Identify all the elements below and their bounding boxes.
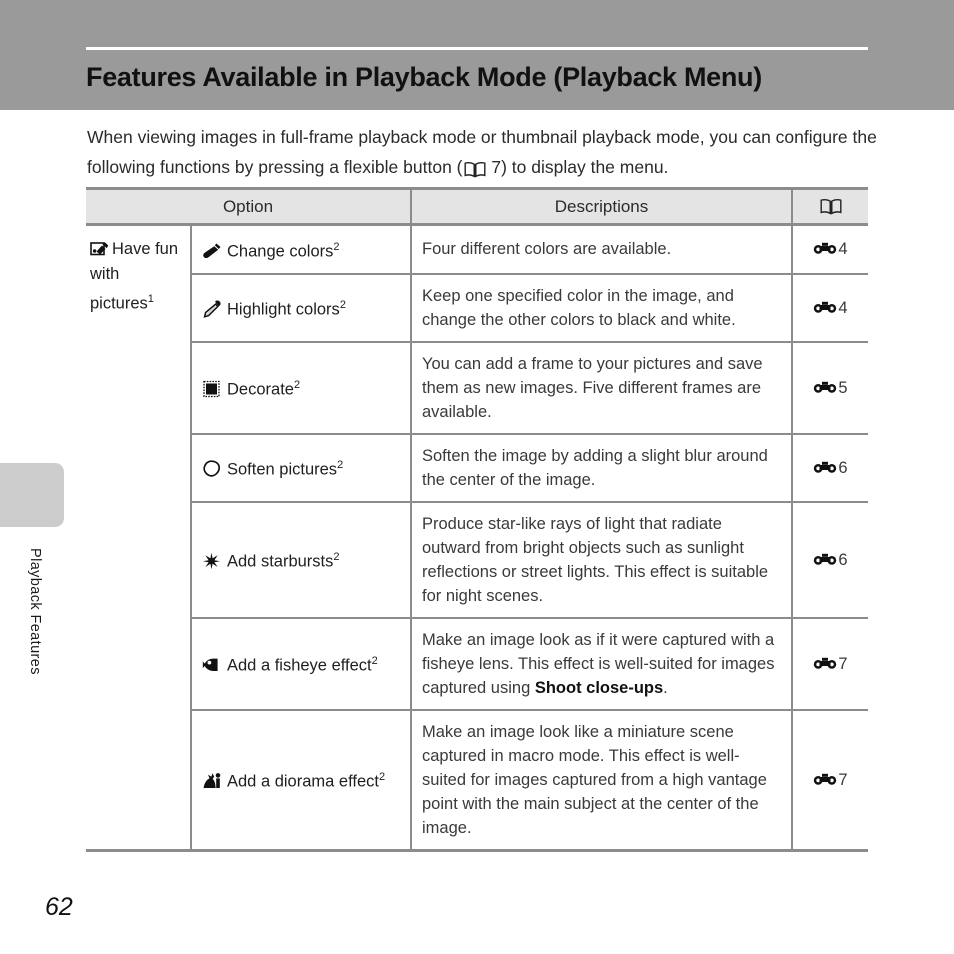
option-label: Add a fisheye effect — [227, 656, 372, 675]
description-cell: Make an image look like a miniature scen… — [411, 709, 793, 852]
reference-cell: 4 — [792, 224, 868, 275]
option-label: Highlight colors — [227, 300, 340, 319]
table-header: Option Descriptions — [86, 187, 868, 226]
option-footnote: 2 — [333, 241, 340, 253]
column-header-reference — [792, 187, 868, 226]
reference-page: 4 — [838, 298, 848, 317]
intro-text-part2: ) to display the menu. — [501, 157, 669, 177]
option-label: Add a diorama effect — [227, 772, 379, 791]
reference-wrapper: 7 — [813, 768, 848, 792]
option-footnote: 2 — [371, 655, 378, 668]
section-reference-icon — [813, 551, 838, 569]
section-reference-icon — [813, 771, 838, 789]
option-cell: Add starbursts2 — [191, 501, 412, 619]
option-cell: Soften pictures2 — [191, 433, 412, 503]
book-reference-icon — [464, 154, 486, 184]
intro-book-page: 7 — [491, 157, 502, 177]
description-cell: Soften the image by adding a slight blur… — [411, 433, 793, 503]
option-footnote: 2 — [337, 459, 344, 472]
option-label: Soften pictures — [227, 460, 338, 479]
reference-page: 7 — [838, 654, 848, 673]
reference-page: 6 — [838, 550, 848, 569]
description-bold-term: Shoot close-ups — [534, 678, 664, 697]
table-row: Add starbursts2 Produce star-like rays o… — [86, 501, 868, 619]
reference-wrapper: 6 — [813, 548, 848, 572]
option-footnote: 2 — [333, 551, 340, 564]
option-cell: Change colors2 — [191, 224, 412, 275]
option-cell: Highlight colors2 — [191, 273, 412, 343]
have-fun-with-pictures-icon — [90, 240, 112, 258]
reference-cell: 7 — [792, 709, 868, 852]
option-footnote: 2 — [339, 299, 346, 312]
frame-icon — [202, 380, 227, 399]
section-reference-icon — [813, 459, 838, 477]
table-row: Soften pictures2 Soften the image by add… — [86, 433, 868, 503]
table-row: Decorate2 You can add a frame to your pi… — [86, 341, 868, 435]
features-table: Option Descriptions Have fun with pictur… — [86, 187, 868, 852]
section-reference-icon — [813, 240, 838, 258]
reference-cell: 5 — [792, 341, 868, 435]
reference-wrapper: 6 — [813, 456, 848, 480]
reference-cell: 6 — [792, 501, 868, 619]
reference-cell: 6 — [792, 433, 868, 503]
reference-page: 7 — [838, 770, 848, 789]
option-footnote: 2 — [293, 379, 301, 392]
description-cell: Four different colors are available. — [411, 224, 793, 275]
page-number: 62 — [45, 893, 73, 921]
reference-wrapper: 4 — [813, 237, 848, 261]
table-row: Add a diorama effect2 Make an image look… — [86, 709, 868, 852]
section-reference-icon — [813, 379, 838, 397]
header-divider-rule — [86, 47, 868, 50]
table-row: Add a fisheye effect2 Make an image look… — [86, 617, 868, 711]
chapter-tab-label: Playback Features — [27, 548, 43, 675]
soften-blob-icon — [202, 460, 227, 479]
option-footnote: 2 — [378, 771, 386, 784]
reference-cell: 7 — [792, 617, 868, 711]
description-cell: Keep one specified color in the image, a… — [411, 273, 793, 343]
option-cell: Add a diorama effect2 — [191, 709, 412, 852]
description-text-after: . — [663, 678, 668, 697]
description-cell: You can add a frame to your pictures and… — [411, 341, 793, 435]
reference-cell: 4 — [792, 273, 868, 343]
chapter-tab-marker — [0, 463, 64, 527]
reference-wrapper: 5 — [813, 376, 848, 400]
open-book-icon — [820, 197, 842, 216]
table-row: Highlight colors2 Keep one specified col… — [86, 273, 868, 343]
reference-page: 4 — [838, 240, 848, 259]
diorama-icon — [202, 772, 227, 791]
table-row: Have fun with pictures1 Change colors2 F… — [86, 224, 868, 852]
fisheye-icon — [202, 657, 227, 675]
column-header-descriptions: Descriptions — [411, 187, 793, 226]
page-header-band: Features Available in Playback Mode (Pla… — [0, 0, 954, 110]
reference-page: 5 — [838, 378, 848, 397]
reference-page: 6 — [838, 458, 848, 477]
group-footnote: 1 — [147, 293, 154, 305]
section-reference-icon — [813, 655, 838, 673]
paintbrush-icon — [202, 243, 227, 261]
description-cell: Make an image look as if it were capture… — [411, 617, 793, 711]
page-title: Features Available in Playback Mode (Pla… — [86, 62, 762, 92]
table-body: Have fun with pictures1 Change colors2 F… — [86, 224, 868, 852]
section-reference-icon — [813, 299, 838, 317]
starburst-icon — [202, 552, 227, 571]
eyedropper-icon — [202, 300, 227, 319]
option-label: Decorate — [227, 380, 294, 399]
reference-wrapper: 7 — [813, 652, 848, 676]
column-header-option: Option — [86, 187, 412, 226]
option-label: Change colors — [227, 242, 334, 261]
option-cell: Add a fisheye effect2 — [191, 617, 412, 711]
reference-wrapper: 4 — [813, 296, 848, 320]
option-cell: Decorate2 — [191, 341, 412, 435]
group-cell-have-fun-with-pictures: Have fun with pictures1 — [86, 224, 192, 852]
table-header-row: Option Descriptions — [86, 187, 868, 226]
option-label: Add starbursts — [227, 552, 334, 571]
description-cell: Produce star-like rays of light that rad… — [411, 501, 793, 619]
intro-paragraph: When viewing images in full-frame playba… — [87, 122, 877, 184]
